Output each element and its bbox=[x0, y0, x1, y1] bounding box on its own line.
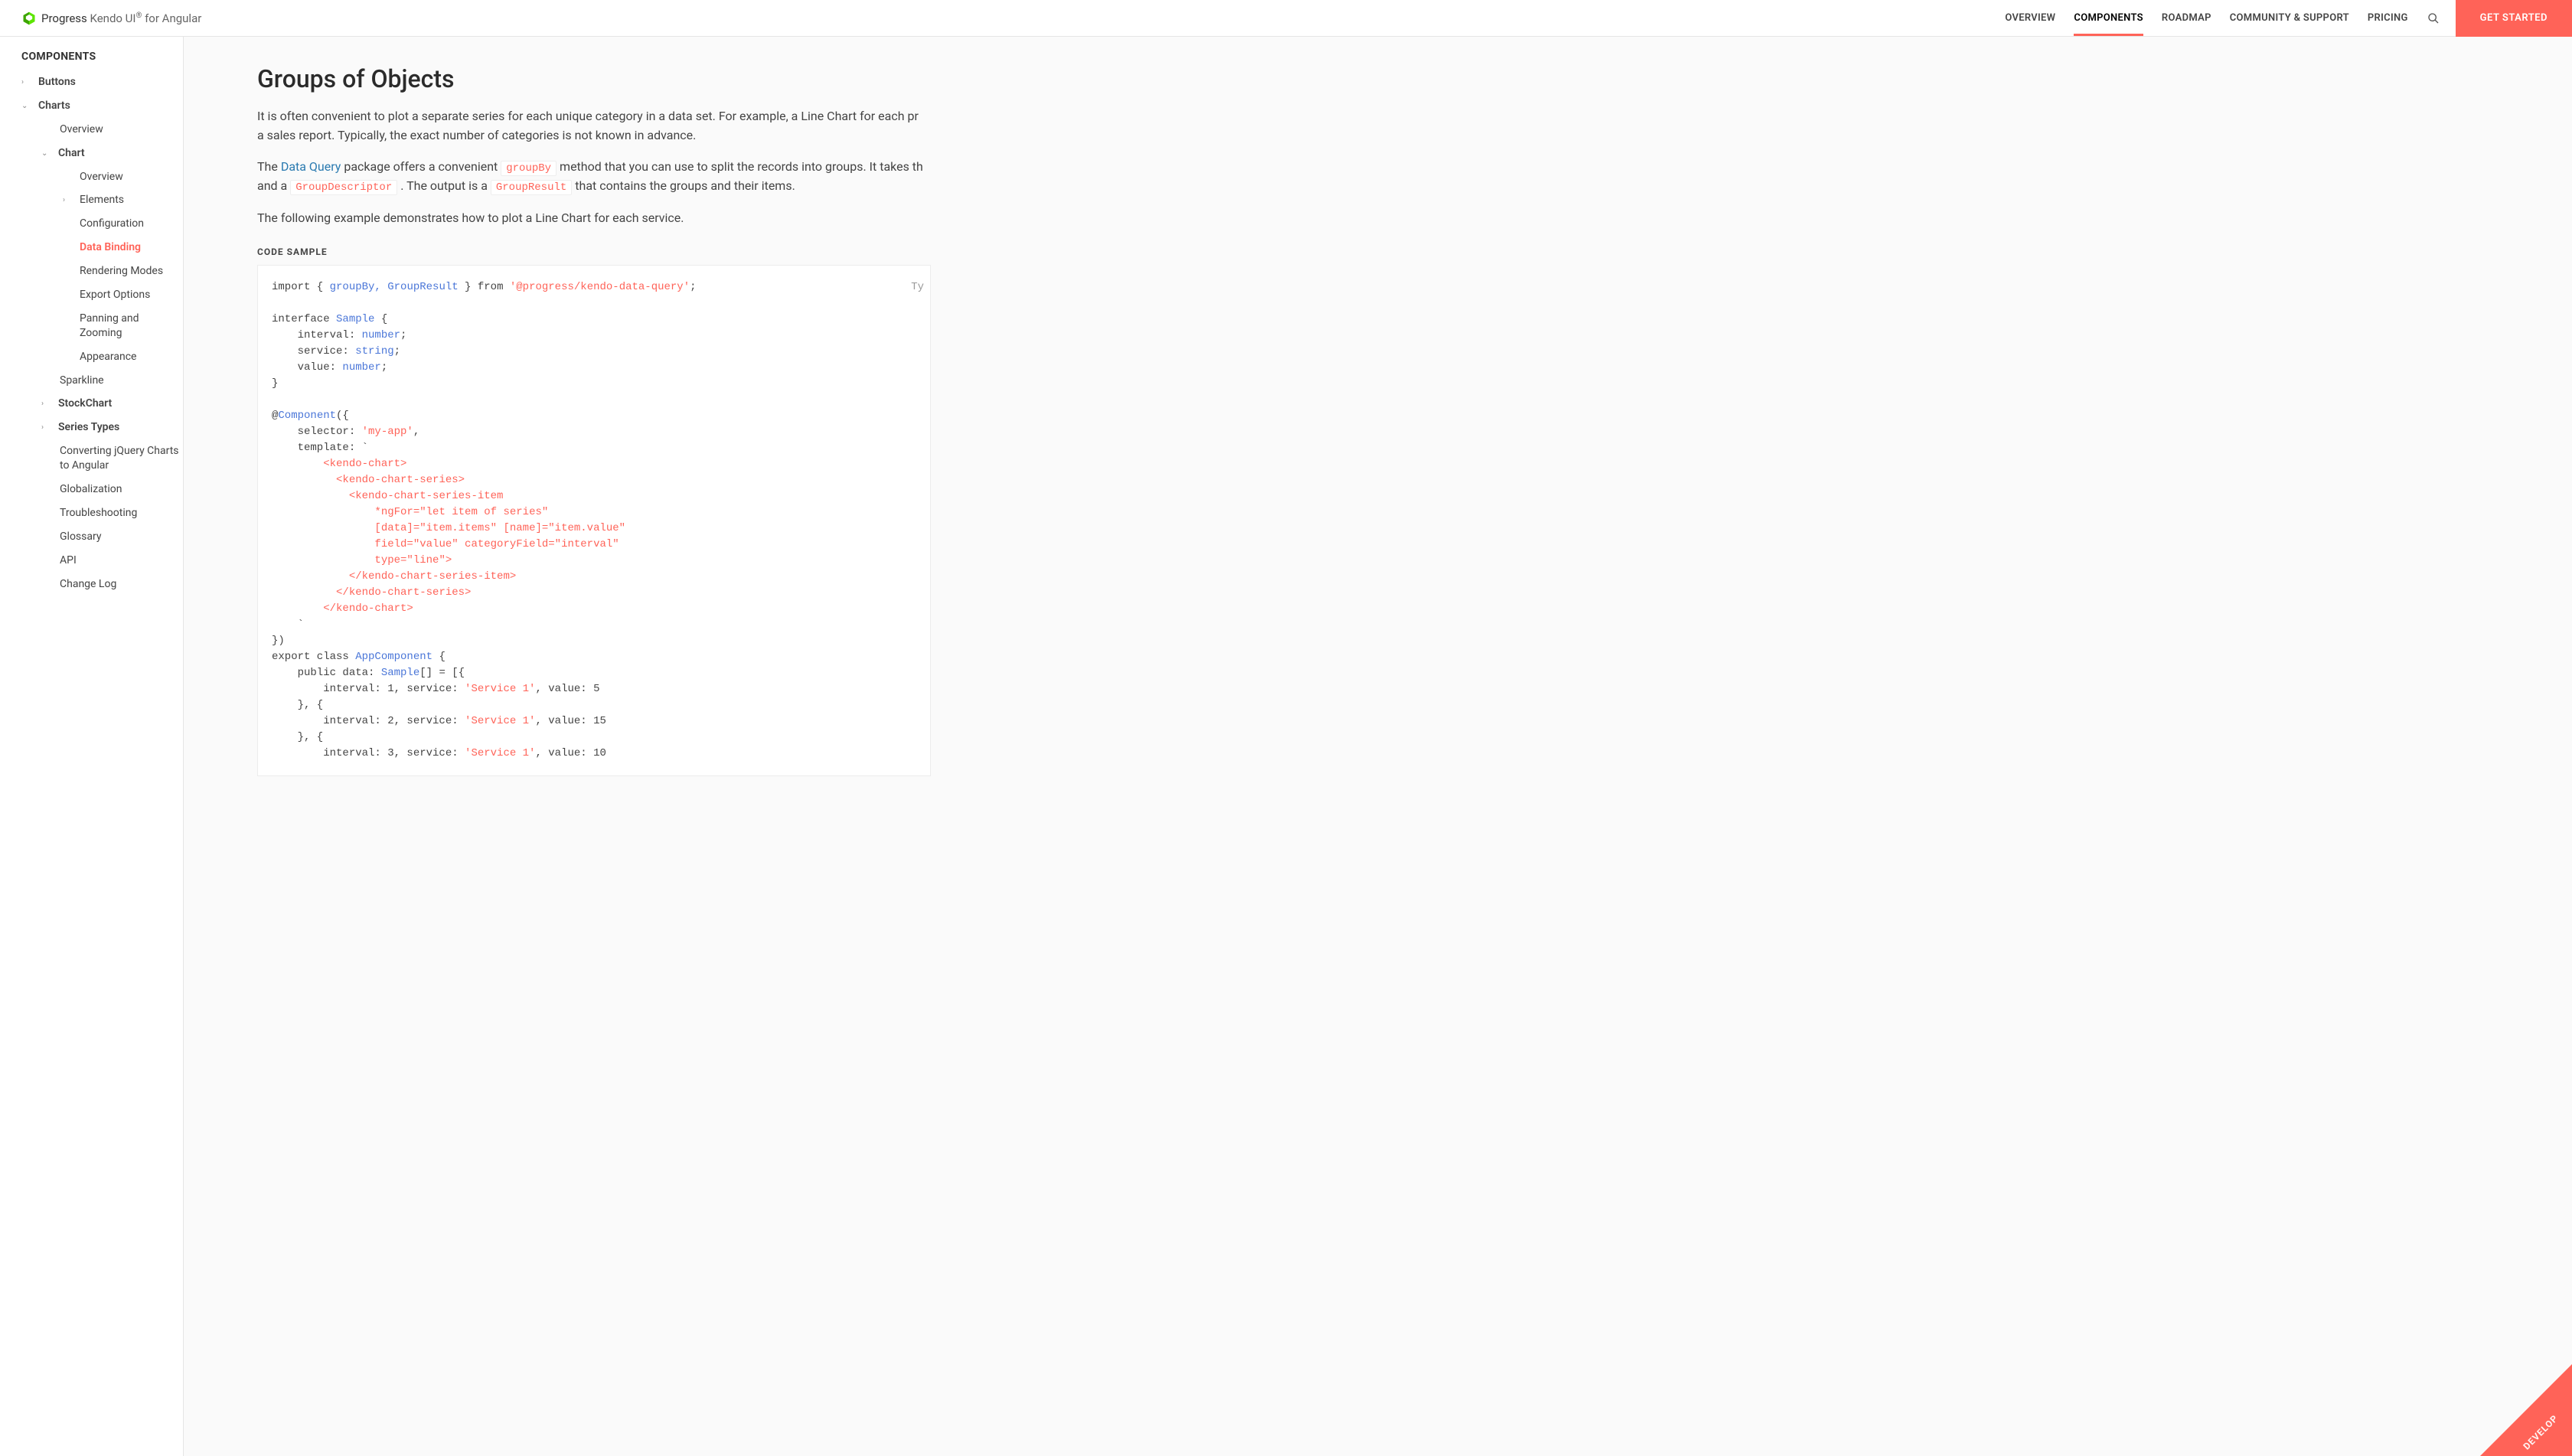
nav-links: OVERVIEWCOMPONENTSROADMAPCOMMUNITY & SUP… bbox=[1996, 0, 2417, 36]
sidebar-item-label: Overview bbox=[80, 170, 123, 184]
sidebar-item-sparkline[interactable]: Sparkline bbox=[0, 369, 183, 393]
sidebar-item-api[interactable]: API bbox=[0, 549, 183, 573]
sidebar-item-overview[interactable]: Overview bbox=[0, 165, 183, 189]
corner-triangle[interactable] bbox=[2480, 1364, 2572, 1456]
data-query-link[interactable]: Data Query bbox=[281, 159, 341, 174]
code-block: Tyimport { groupBy, GroupResult } from '… bbox=[257, 265, 931, 776]
sidebar-item-label: Buttons bbox=[38, 75, 76, 90]
sidebar-item-buttons[interactable]: › Buttons bbox=[0, 70, 183, 94]
search-icon bbox=[2427, 12, 2440, 24]
sidebar-item-label: Glossary bbox=[60, 530, 101, 544]
sidebar-item-label: Rendering Modes bbox=[80, 264, 163, 279]
sidebar-item-glossary[interactable]: Glossary bbox=[0, 525, 183, 549]
page-title: Groups of Objects bbox=[257, 64, 931, 93]
sidebar-item-converting-jquery-charts-to-angular[interactable]: Converting jQuery Charts to Angular bbox=[0, 439, 183, 478]
sidebar-item-export-options[interactable]: Export Options bbox=[0, 283, 183, 307]
sidebar-item-label: Configuration bbox=[80, 217, 144, 231]
chevron-down-icon: ⌄ bbox=[41, 149, 52, 158]
chevron-right-icon: › bbox=[21, 78, 32, 87]
sidebar-item-appearance[interactable]: Appearance bbox=[0, 345, 183, 369]
sidebar-item-label: StockChart bbox=[58, 397, 112, 411]
sidebar-item-label: Charts bbox=[38, 99, 70, 113]
code-group-descriptor: GroupDescriptor bbox=[290, 180, 397, 195]
sidebar-item-label: Converting jQuery Charts to Angular bbox=[60, 444, 183, 473]
sidebar-item-charts[interactable]: ⌄ Charts bbox=[0, 94, 183, 118]
paragraph-1: It is often convenient to plot a separat… bbox=[257, 107, 931, 145]
progress-icon bbox=[21, 11, 37, 26]
main-content: Groups of Objects It is often convenient… bbox=[184, 37, 2572, 1456]
nav-link-community-support[interactable]: COMMUNITY & SUPPORT bbox=[2221, 0, 2358, 36]
nav-link-components[interactable]: COMPONENTS bbox=[2064, 0, 2153, 36]
get-started-button[interactable]: GET STARTED bbox=[2456, 0, 2572, 37]
chevron-down-icon: ⌄ bbox=[21, 102, 32, 110]
sidebar-item-label: Sparkline bbox=[60, 374, 104, 388]
sidebar-item-data-binding[interactable]: Data Binding bbox=[0, 236, 183, 260]
code-groupby: groupBy bbox=[501, 161, 557, 176]
sidebar-item-label: Panning and Zooming bbox=[80, 312, 183, 341]
code-language-badge: Ty bbox=[911, 279, 924, 295]
sidebar-item-label: Series Types bbox=[58, 420, 119, 435]
code-sample-label: CODE SAMPLE bbox=[257, 246, 931, 257]
chevron-right-icon: › bbox=[41, 423, 52, 432]
nav-link-overview[interactable]: OVERVIEW bbox=[1996, 0, 2064, 36]
sidebar-item-globalization[interactable]: Globalization bbox=[0, 478, 183, 501]
sidebar-item-label: Overview bbox=[60, 122, 103, 137]
sidebar-item-panning-and-zooming[interactable]: Panning and Zooming bbox=[0, 307, 183, 345]
sidebar: COMPONENTS › Buttons ⌄ Charts Overview ⌄ Chart… bbox=[0, 37, 184, 1456]
sidebar-item-troubleshooting[interactable]: Troubleshooting bbox=[0, 501, 183, 525]
sidebar-item-label: Troubleshooting bbox=[60, 506, 137, 521]
nav-link-pricing[interactable]: PRICING bbox=[2358, 0, 2417, 36]
sidebar-item-label: Globalization bbox=[60, 482, 122, 497]
sidebar-item-stockchart[interactable]: › StockChart bbox=[0, 392, 183, 416]
sidebar-item-change-log[interactable]: Change Log bbox=[0, 573, 183, 596]
nav-link-roadmap[interactable]: ROADMAP bbox=[2153, 0, 2221, 36]
sidebar-item-label: Export Options bbox=[80, 288, 150, 302]
sidebar-item-label: Data Binding bbox=[80, 240, 141, 255]
chevron-right-icon: › bbox=[63, 196, 73, 204]
sidebar-item-label: Elements bbox=[80, 193, 124, 207]
paragraph-2: The Data Query package offers a convenie… bbox=[257, 158, 931, 197]
paragraph-3: The following example demonstrates how t… bbox=[257, 209, 931, 228]
sidebar-title: COMPONENTS bbox=[0, 51, 183, 70]
search-button[interactable] bbox=[2417, 12, 2450, 24]
sidebar-item-elements[interactable]: › Elements bbox=[0, 188, 183, 212]
sidebar-item-label: Chart bbox=[58, 146, 85, 161]
sidebar-item-configuration[interactable]: Configuration bbox=[0, 212, 183, 236]
code-group-result: GroupResult bbox=[491, 180, 572, 195]
sidebar-item-label: Change Log bbox=[60, 577, 116, 592]
sidebar-item-label: API bbox=[60, 553, 77, 568]
brand-logo[interactable]: Progress Kendo UI® for Angular bbox=[21, 11, 201, 26]
sidebar-item-chart[interactable]: ⌄ Chart bbox=[0, 142, 183, 165]
sidebar-item-series-types[interactable]: › Series Types bbox=[0, 416, 183, 439]
brand-text: Progress Kendo UI® for Angular bbox=[41, 11, 201, 25]
chevron-right-icon: › bbox=[41, 400, 52, 408]
sidebar-item-label: Appearance bbox=[80, 350, 136, 364]
top-nav: Progress Kendo UI® for Angular OVERVIEWC… bbox=[0, 0, 2572, 37]
sidebar-item-overview[interactable]: Overview bbox=[0, 118, 183, 142]
sidebar-item-rendering-modes[interactable]: Rendering Modes bbox=[0, 260, 183, 283]
